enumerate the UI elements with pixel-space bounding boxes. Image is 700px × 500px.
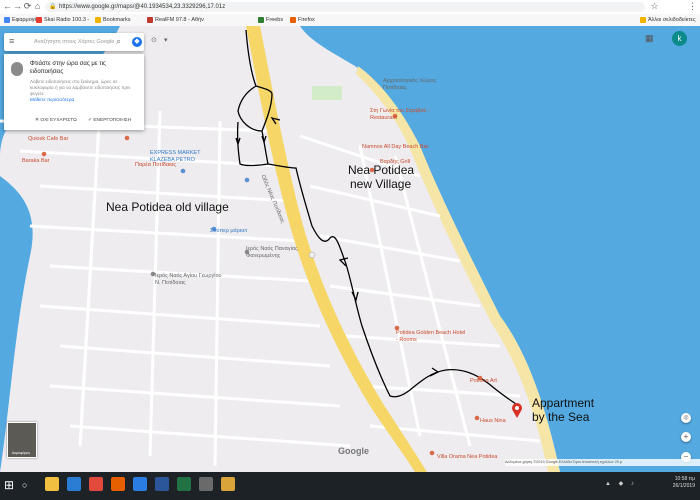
directions-icon[interactable]: ◆ [132, 37, 142, 47]
map-place-label[interactable]: Villa Orama Nea Potidea [437, 454, 497, 461]
annotation-old-village: Nea Potidea old village [106, 200, 229, 214]
bookmark-favicon-icon [4, 16, 10, 23]
bookmark-favicon-icon [147, 16, 153, 23]
apps-grid-icon[interactable]: ▦ [645, 34, 654, 43]
map-place-label[interactable]: Namnos All Day Beach Bar [362, 144, 428, 151]
bookmark-item[interactable]: RealFM 97.8 - Αθήν [147, 15, 204, 25]
taskbar-app-firefox-icon[interactable] [111, 477, 125, 491]
satellite-layer-label: Δορυφόρος [11, 451, 31, 455]
map-place-label[interactable]: Ιερός Ναός Αγίου Γεωργίου Ν. Ποτίδαιας [155, 273, 225, 287]
map-attribution[interactable]: Δεδομένα χάρτη ©2019 Google Ελλάδα Όροι … [505, 459, 700, 466]
lock-icon: 🔒 [49, 4, 57, 10]
tray-clock[interactable]: 10:58 πμ 26/1/2019 [600, 476, 695, 496]
taskbar-app-store-icon[interactable] [199, 477, 213, 491]
taskbar-search-icon[interactable]: ○ [22, 479, 34, 491]
taskbar-app-paint-icon[interactable] [221, 477, 235, 491]
map-place-label[interactable]: Αρχαιολογικός Χώρος Ποτίδαιας [383, 78, 453, 92]
bookmark-item[interactable]: Άλλοι σελιδοδείκτες [640, 15, 696, 25]
poi-dot [124, 135, 130, 141]
poi-dot [244, 177, 250, 183]
popup-body: Λάβετε ειδοποιήσεις στο ξεκίνημα, ώρες σ… [30, 79, 131, 96]
bookmark-favicon-icon [36, 16, 42, 23]
search-input[interactable]: Αναζήτηση στους Χάρτες Google [34, 33, 114, 51]
menu-icon[interactable]: ≡ [9, 37, 17, 46]
no-thanks-label: ΟΧΙ ΕΥΧΑΡΙΣΤΩ [40, 118, 77, 123]
poi-dot [429, 450, 435, 456]
google-logo: Google [338, 446, 369, 456]
bookmark-favicon-icon [290, 16, 296, 23]
map-place-label[interactable]: Potidea Art [470, 378, 497, 385]
bookmark-favicon-icon [640, 16, 646, 23]
bookmark-label: RealFM 97.8 - Αθήν [155, 17, 204, 23]
bookmark-label: Bookmarks [103, 17, 131, 23]
poi-dot [474, 415, 480, 421]
annotation-appartment-line1: Appartment [532, 396, 595, 410]
enable-label: ΕΝΕΡΓΟΠΟΙΗΣΗ [93, 118, 132, 123]
star-icon[interactable]: ☆ [650, 2, 659, 11]
destination-pin [512, 403, 522, 418]
map-place-label[interactable]: Παρέα Ποτίδαιας [135, 162, 176, 169]
map-place-label[interactable]: Στη Γωνία του Στραβού - Restaurant [370, 108, 440, 122]
chevron-down-icon[interactable]: ▾ [164, 37, 172, 45]
sea-right [300, 26, 700, 472]
map-place-label[interactable]: Σούπερ μάρκετ [210, 228, 247, 235]
tray-date: 26/1/2019 [672, 483, 695, 489]
poi-dot [41, 151, 47, 157]
no-thanks-button[interactable]: ✕ ΟΧΙ ΕΥΧΑΡΙΣΤΩ [35, 116, 77, 126]
windows-start-icon[interactable]: ⊞ [4, 479, 17, 492]
search-box[interactable]: ≡ Αναζήτηση στους Χάρτες Google ⌕ ◆ [4, 33, 144, 51]
bookmark-item[interactable]: Bookmarks [95, 15, 131, 25]
bookmark-label: Skai Radio 100.3 - [44, 17, 90, 23]
back-icon[interactable]: ← [3, 2, 12, 11]
learn-more-link[interactable]: Μάθετε περισσότερα [30, 98, 74, 104]
tray-time: 10:58 πμ [674, 476, 695, 482]
browser-toolbar: ← → ⟳ ⌂ https://www.google.gr/maps/@40.1… [0, 0, 700, 14]
taskbar-app-excel-icon[interactable] [177, 477, 191, 491]
bookmark-favicon-icon [258, 16, 264, 23]
forward-icon[interactable]: → [13, 2, 22, 11]
bookmark-favicon-icon [95, 16, 101, 23]
park-area [312, 86, 342, 100]
notifications-popup: Φτιάστε στην ώρα σας με τις ειδοποιήσεις… [4, 54, 144, 130]
map-place-label[interactable]: Ιερός Ναός Παναγίας Φανερωμένης [246, 246, 316, 260]
annotation-appartment-line2: by the Sea [532, 410, 590, 424]
annotation-new-village-line1: Nea Potidea [348, 163, 415, 177]
bookmark-item[interactable]: Skai Radio 100.3 - [36, 15, 89, 25]
enable-button[interactable]: ✓ ΕΝΕΡΓΟΠΟΙΗΣΗ [88, 116, 131, 126]
bookmark-label: Firefox [298, 17, 315, 23]
poi-dot [180, 168, 186, 174]
taskbar-app-word-icon[interactable] [155, 477, 169, 491]
taskbar-app-chrome-icon[interactable] [89, 477, 103, 491]
bookmark-item[interactable]: Freebs [258, 15, 283, 25]
taskbar-app-mail-icon[interactable] [133, 477, 147, 491]
home-icon[interactable]: ⌂ [33, 2, 42, 11]
zoom-in-button[interactable]: + [681, 432, 691, 442]
taskbar-app-file-explorer-icon[interactable] [45, 477, 59, 491]
bookmark-label: Άλλοι σελιδοδείκτες [648, 17, 696, 23]
browser-menu-icon[interactable]: ⋮ [688, 2, 697, 11]
reload-icon[interactable]: ⟳ [23, 2, 32, 11]
taskbar-app-edge-icon[interactable] [67, 477, 81, 491]
map-place-label[interactable]: Quiosk Cafe Bar [28, 136, 68, 143]
bookmark-item[interactable]: Firefox [290, 15, 315, 25]
avatar[interactable]: k [672, 31, 687, 46]
search-icon[interactable]: ⌕ [116, 36, 126, 47]
bookmark-item[interactable]: Εφαρμογές [4, 15, 40, 25]
address-bar[interactable]: https://www.google.gr/maps/@40.1934534,2… [45, 2, 645, 12]
map-place-label[interactable]: Haus Nina [480, 418, 506, 425]
share-location-icon[interactable]: ⊙ [151, 37, 159, 45]
map-place-label[interactable]: Potidea Golden Beach Hotel - Rooms [396, 330, 466, 344]
taskbar [0, 472, 700, 500]
map-place-label[interactable]: Baraka Bar [22, 158, 50, 165]
my-location-icon[interactable]: ◎ [681, 413, 691, 423]
annotation-new-village-line2: new Village [350, 177, 412, 191]
popup-title: Φτιάστε στην ώρα σας με τις ειδοποιήσεις [30, 61, 106, 75]
bookmark-label: Freebs [266, 17, 284, 23]
location-bubble-icon [11, 62, 23, 76]
